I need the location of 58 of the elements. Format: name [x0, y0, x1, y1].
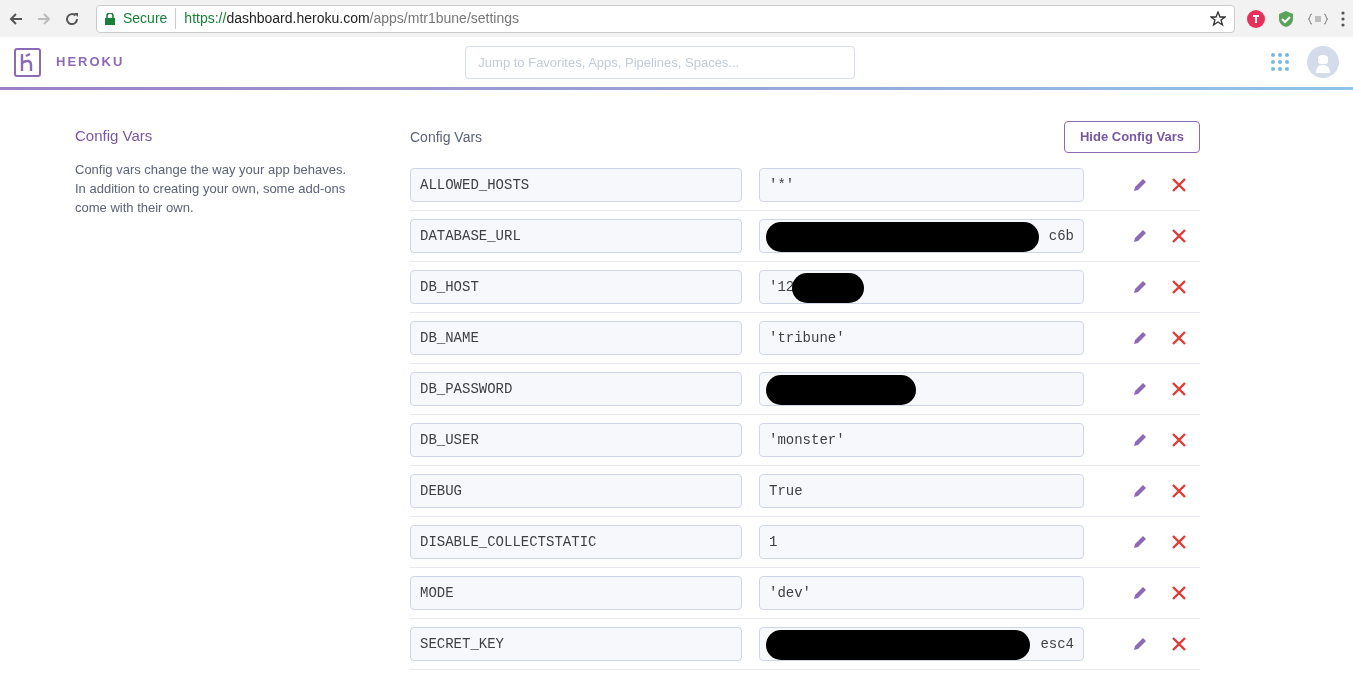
delete-icon[interactable]	[1172, 382, 1186, 396]
delete-icon[interactable]	[1172, 484, 1186, 498]
key-field[interactable]: DB_USER	[410, 423, 742, 457]
key-field[interactable]: MODE	[410, 576, 742, 610]
section-description: Config vars change the way your app behaves. In addition to creating your own, some add-ons come with their own.	[75, 160, 347, 217]
value-field[interactable]	[759, 372, 1084, 406]
key-field[interactable]: ALLOWED_HOSTS	[410, 168, 742, 202]
delete-icon[interactable]	[1172, 331, 1186, 345]
key-field[interactable]: DISABLE_COLLECTSTATIC	[410, 525, 742, 559]
lock-icon	[105, 12, 115, 25]
edit-icon[interactable]	[1132, 381, 1148, 397]
delete-icon[interactable]	[1172, 280, 1186, 294]
key-field[interactable]: DB_PASSWORD	[410, 372, 742, 406]
key-field[interactable]: DB_NAME	[410, 321, 742, 355]
value-field[interactable]: '*'	[759, 168, 1084, 202]
value-field[interactable]: 1	[759, 525, 1084, 559]
edit-icon[interactable]	[1132, 585, 1148, 601]
url-text: https://dashboard.heroku.com/apps/mtr1bune/settings	[184, 9, 519, 28]
address-bar[interactable]: Secure https://dashboard.heroku.com/apps/mtr1bune/settings	[96, 4, 1235, 33]
edit-icon[interactable]	[1132, 177, 1148, 193]
edit-icon[interactable]	[1132, 483, 1148, 499]
key-field[interactable]: DATABASE_URL	[410, 219, 742, 253]
delete-icon[interactable]	[1172, 178, 1186, 192]
hide-config-vars-button[interactable]: Hide Config Vars	[1063, 121, 1200, 153]
search-field[interactable]: Jump to Favorites, Apps, Pipelines, Spaces...	[465, 45, 856, 79]
section-title: Config Vars	[75, 126, 154, 146]
value-field[interactable]: c6b	[759, 219, 1084, 253]
value-field[interactable]: True	[759, 474, 1084, 508]
config-vars-title: Config Vars	[410, 127, 483, 147]
delete-icon[interactable]	[1172, 637, 1186, 651]
extension-icon[interactable]	[1247, 9, 1265, 28]
edit-icon[interactable]	[1132, 228, 1148, 244]
shield-icon[interactable]	[1277, 9, 1295, 28]
edit-icon[interactable]	[1132, 330, 1148, 346]
delete-icon[interactable]	[1172, 535, 1186, 549]
key-field[interactable]: SECRET_KEY	[410, 627, 742, 661]
delete-icon[interactable]	[1172, 229, 1186, 243]
value-field[interactable]: '12	[759, 270, 1084, 304]
reload-icon[interactable]	[64, 10, 80, 27]
brand-name: HEROKU	[56, 53, 125, 72]
value-field[interactable]: 'monster'	[759, 423, 1084, 457]
edit-icon[interactable]	[1132, 636, 1148, 652]
logo-icon[interactable]	[14, 47, 41, 77]
delete-icon[interactable]	[1172, 433, 1186, 447]
value-field[interactable]: esc4	[759, 627, 1084, 661]
edit-icon[interactable]	[1132, 432, 1148, 448]
edit-icon[interactable]	[1132, 279, 1148, 295]
menu-icon[interactable]	[1341, 10, 1345, 27]
back-icon[interactable]	[8, 10, 24, 27]
key-field[interactable]: DB_HOST	[410, 270, 742, 304]
value-field[interactable]: 'dev'	[759, 576, 1084, 610]
extension-icon[interactable]	[1307, 11, 1329, 26]
edit-icon[interactable]	[1132, 534, 1148, 550]
value-field[interactable]: 'tribune'	[759, 321, 1084, 355]
key-field[interactable]: DEBUG	[410, 474, 742, 508]
secure-label: Secure	[123, 8, 177, 29]
delete-icon[interactable]	[1172, 586, 1186, 600]
star-icon[interactable]	[1210, 10, 1226, 27]
